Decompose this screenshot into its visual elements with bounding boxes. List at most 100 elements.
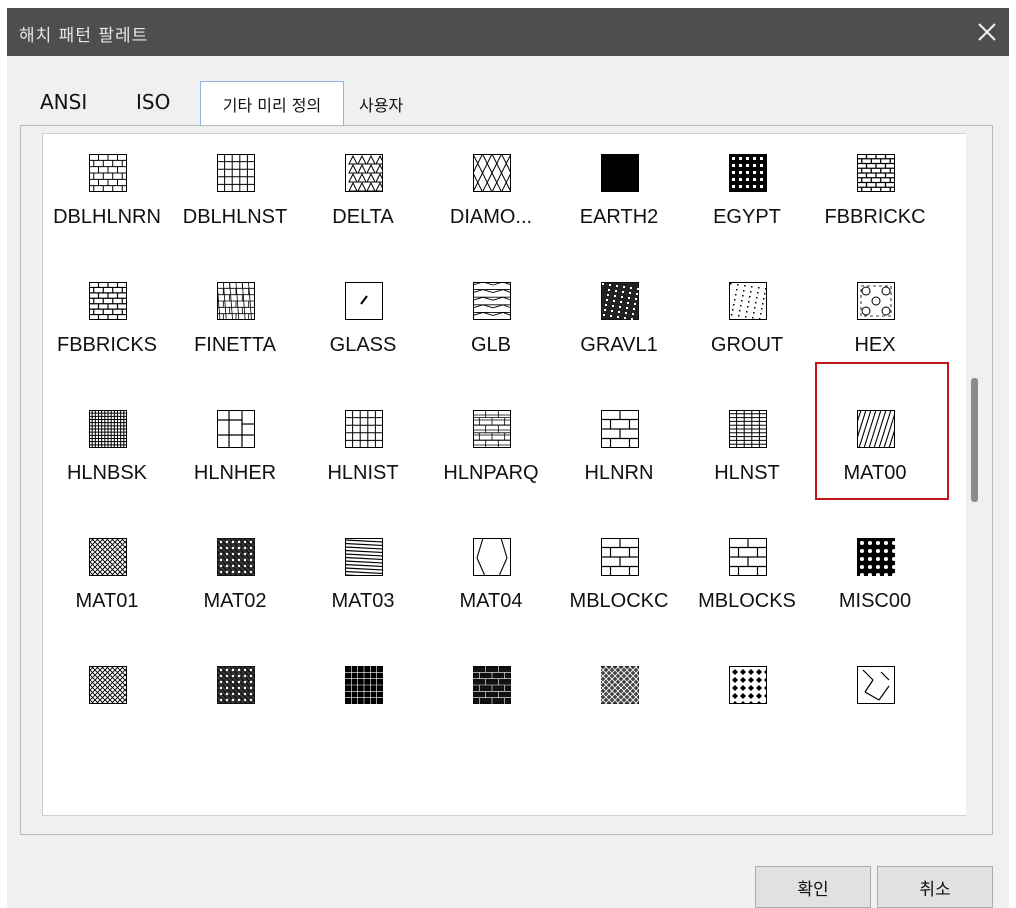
tab-other-predefined[interactable]: 기타 미리 정의 xyxy=(200,81,344,126)
pattern-label: FBBRICKC xyxy=(824,206,926,228)
pattern-label: MBLOCKS xyxy=(698,590,796,612)
pattern-item[interactable]: DBLHLNRN xyxy=(43,140,171,268)
pattern-swatch-icon xyxy=(601,538,639,576)
pattern-item[interactable]: CTYSQ6ST xyxy=(299,134,427,140)
close-icon[interactable] xyxy=(969,12,1005,52)
title-bar[interactable]: 해치 패턴 팔레트 xyxy=(7,8,1009,56)
pattern-swatch-icon xyxy=(89,282,127,320)
pattern-swatch-icon xyxy=(345,154,383,192)
pattern-swatch-icon xyxy=(729,282,767,320)
pattern-swatch-icon xyxy=(473,410,511,448)
pattern-grid: CROSSCTYSQ6RNCTYSQ6STCTYSQ...CTYSQ...CTY… xyxy=(43,134,969,780)
tab-custom[interactable]: 사용자 xyxy=(359,92,403,116)
pattern-item[interactable]: EARTH2 xyxy=(555,140,683,268)
pattern-swatch-icon xyxy=(857,154,895,192)
pattern-item[interactable] xyxy=(811,652,939,780)
pattern-swatch-icon xyxy=(601,410,639,448)
pattern-item[interactable]: MBLOCKC xyxy=(555,524,683,652)
pattern-panel: CROSSCTYSQ6RNCTYSQ6STCTYSQ...CTYSQ...CTY… xyxy=(20,125,993,835)
cancel-button[interactable]: 취소 xyxy=(877,866,993,908)
pattern-item[interactable]: FBBRICKS xyxy=(43,268,171,396)
pattern-swatch-icon xyxy=(89,666,127,704)
scroll-thumb[interactable] xyxy=(971,378,978,502)
pattern-item[interactable]: HEX xyxy=(811,268,939,396)
pattern-item[interactable]: CTYSQ... xyxy=(555,134,683,140)
tab-ansi[interactable]: ANSI xyxy=(40,90,87,114)
pattern-label: MBLOCKC xyxy=(569,590,669,612)
pattern-item[interactable]: DIAMO... xyxy=(427,140,555,268)
pattern-item[interactable]: MAT04 xyxy=(427,524,555,652)
pattern-item[interactable]: MAT00 xyxy=(811,396,939,524)
pattern-label: HLNIST xyxy=(327,462,399,484)
pattern-item[interactable]: MAT01 xyxy=(43,524,171,652)
pattern-swatch-icon xyxy=(729,410,767,448)
pattern-label: HLNRN xyxy=(584,462,654,484)
pattern-item[interactable]: CROSS xyxy=(43,134,171,140)
pattern-item[interactable]: MBLOCKS xyxy=(683,524,811,652)
pattern-swatch-icon xyxy=(729,538,767,576)
pattern-swatch-icon xyxy=(89,538,127,576)
pattern-label: GRAVL1 xyxy=(580,334,658,356)
pattern-swatch-icon xyxy=(473,538,511,576)
pattern-label: DBLHLNST xyxy=(182,206,288,228)
pattern-label: HLNHER xyxy=(193,462,277,484)
pattern-swatch-icon xyxy=(601,154,639,192)
pattern-swatch-icon xyxy=(345,282,383,320)
pattern-item[interactable] xyxy=(171,652,299,780)
hatch-palette-dialog: 해치 패턴 팔레트 ANSI ISO 기타 미리 정의 사용자 CROSSCTY… xyxy=(7,8,1009,908)
pattern-swatch-icon xyxy=(345,410,383,448)
pattern-item[interactable]: HLNST xyxy=(683,396,811,524)
pattern-label: EARTH2 xyxy=(579,206,659,228)
pattern-item[interactable] xyxy=(43,652,171,780)
pattern-label: HLNPARQ xyxy=(443,462,539,484)
pattern-item[interactable]: CTYSQST xyxy=(811,134,939,140)
pattern-item[interactable]: DELTA xyxy=(299,140,427,268)
pattern-label: GROUT xyxy=(710,334,784,356)
pattern-swatch-icon xyxy=(217,282,255,320)
pattern-item[interactable]: GLASS xyxy=(299,268,427,396)
pattern-label: FBBRICKS xyxy=(56,334,158,356)
pattern-item[interactable]: HLNBSK xyxy=(43,396,171,524)
pattern-item[interactable]: GRAVL1 xyxy=(555,268,683,396)
pattern-item[interactable] xyxy=(427,652,555,780)
pattern-item[interactable]: CTYSQRN xyxy=(683,134,811,140)
tab-iso[interactable]: ISO xyxy=(136,90,170,114)
pattern-swatch-icon xyxy=(473,282,511,320)
pattern-item[interactable]: MAT03 xyxy=(299,524,427,652)
pattern-item[interactable]: HLNIST xyxy=(299,396,427,524)
pattern-item[interactable]: MAT02 xyxy=(171,524,299,652)
pattern-item[interactable]: HLNPARQ xyxy=(427,396,555,524)
pattern-item[interactable]: DBLHLNST xyxy=(171,140,299,268)
pattern-label: DELTA xyxy=(332,206,394,228)
pattern-label: HLNBSK xyxy=(66,462,148,484)
pattern-label: DBLHLNRN xyxy=(53,206,161,228)
pattern-list[interactable]: CROSSCTYSQ6RNCTYSQ6STCTYSQ...CTYSQ...CTY… xyxy=(42,133,970,816)
pattern-swatch-icon xyxy=(89,154,127,192)
pattern-swatch-icon xyxy=(857,538,895,576)
pattern-item[interactable]: EGYPT xyxy=(683,140,811,268)
pattern-label: FINETTA xyxy=(194,334,276,356)
pattern-swatch-icon xyxy=(89,410,127,448)
pattern-label: HEX xyxy=(854,334,896,356)
pattern-swatch-icon xyxy=(345,538,383,576)
pattern-item[interactable]: GLB xyxy=(427,268,555,396)
pattern-label: EGYPT xyxy=(713,206,781,228)
pattern-label: GLASS xyxy=(329,334,397,356)
pattern-item[interactable]: FBBRICKC xyxy=(811,140,939,268)
pattern-swatch-icon xyxy=(729,154,767,192)
pattern-item[interactable]: HLNRN xyxy=(555,396,683,524)
pattern-label: MAT03 xyxy=(331,590,395,612)
pattern-item[interactable]: FINETTA xyxy=(171,268,299,396)
pattern-item[interactable]: CTYSQ6RN xyxy=(171,134,299,140)
pattern-item[interactable]: GROUT xyxy=(683,268,811,396)
pattern-item[interactable] xyxy=(555,652,683,780)
pattern-swatch-icon xyxy=(729,666,767,704)
ok-button[interactable]: 확인 xyxy=(755,866,871,908)
pattern-item[interactable]: CTYSQ... xyxy=(427,134,555,140)
pattern-item[interactable] xyxy=(683,652,811,780)
pattern-item[interactable] xyxy=(299,652,427,780)
pattern-item[interactable]: MISC00 xyxy=(811,524,939,652)
pattern-label: MAT00 xyxy=(843,462,907,484)
vertical-scrollbar[interactable] xyxy=(966,133,983,816)
pattern-item[interactable]: HLNHER xyxy=(171,396,299,524)
